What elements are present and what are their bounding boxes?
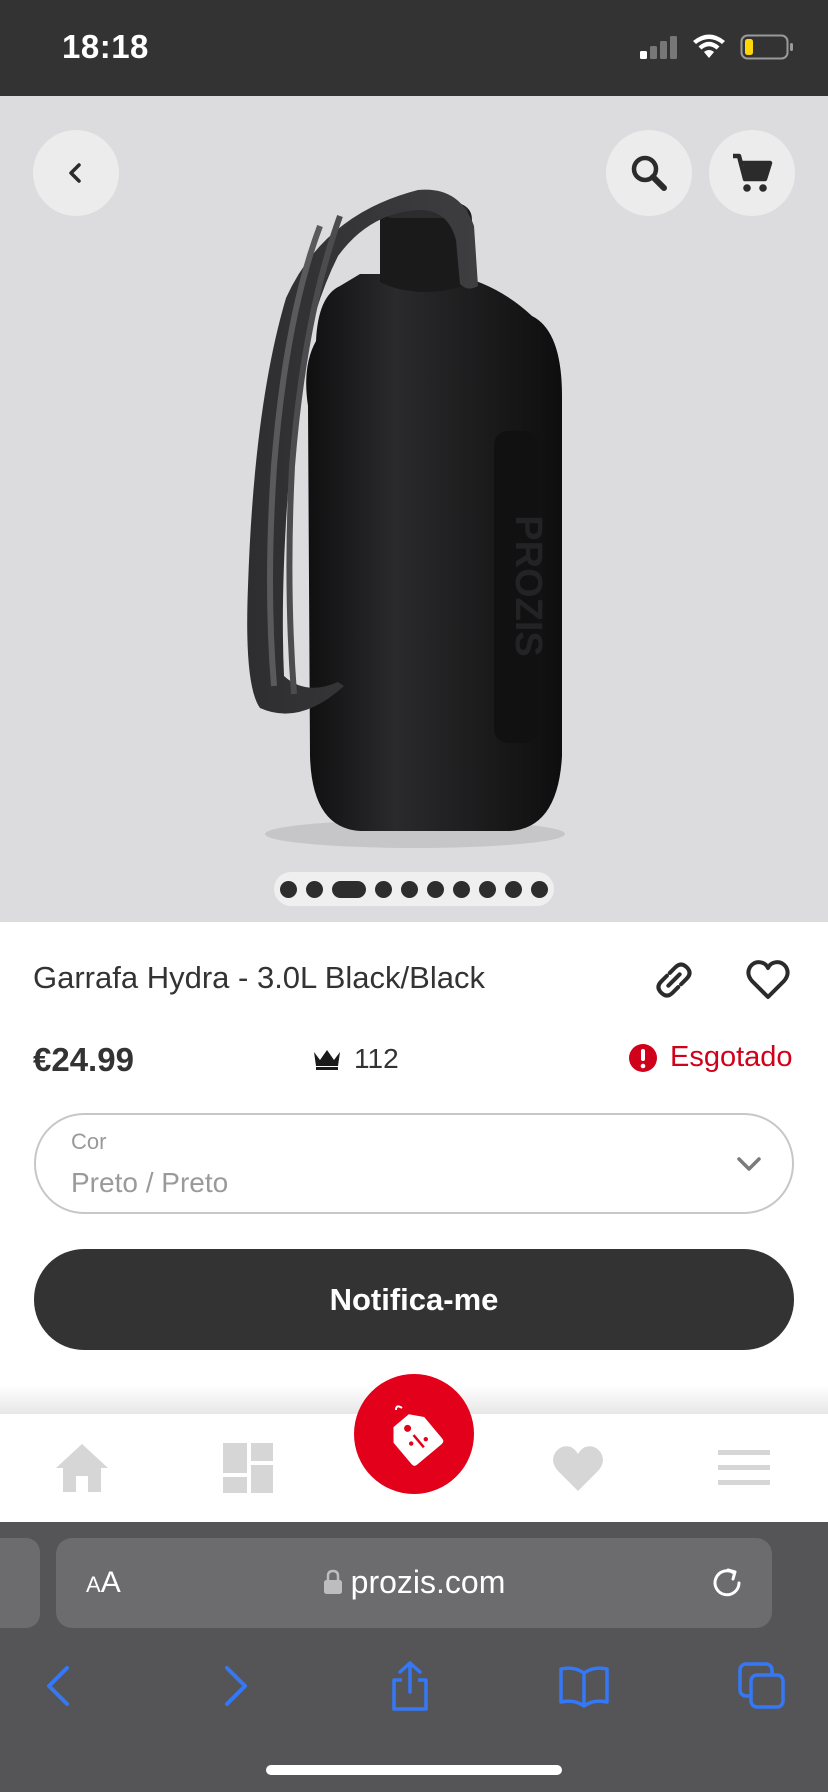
dashboard-icon [223, 1443, 273, 1493]
image-pagination-dots [274, 872, 554, 906]
search-button[interactable] [606, 130, 692, 216]
color-select-value: Preto / Preto [71, 1167, 229, 1198]
pagination-dot[interactable] [427, 880, 444, 898]
pagination-dot[interactable] [401, 880, 418, 898]
pagination-dot-active[interactable] [332, 880, 366, 898]
share-icon [392, 1661, 428, 1711]
product-image-bottle: PROZIS [247, 189, 565, 848]
tab-favorites[interactable] [548, 1438, 608, 1498]
bookmarks-button[interactable] [556, 1658, 612, 1714]
stock-status: Esgotado [628, 1041, 793, 1074]
product-price: €24.99 [33, 1041, 134, 1078]
status-time: 18:18 [62, 28, 149, 65]
chevron-right-icon [225, 1666, 247, 1706]
heart-icon [553, 1446, 603, 1491]
alert-icon [629, 1043, 657, 1072]
pagination-dot[interactable] [531, 880, 548, 898]
pagination-dot[interactable] [375, 880, 392, 898]
share-link-button[interactable] [650, 956, 698, 1004]
pagination-dot[interactable] [306, 880, 323, 898]
status-indicators [640, 34, 794, 60]
pagination-dot[interactable] [479, 880, 496, 898]
color-select-label: Cor [71, 1129, 107, 1154]
home-icon [56, 1444, 108, 1492]
loyalty-points: 112 [312, 1043, 399, 1075]
cart-button[interactable] [709, 130, 795, 216]
home-indicator [266, 1765, 562, 1775]
menu-icon [718, 1450, 770, 1485]
cellular-signal-icon [640, 36, 677, 59]
pagination-dot[interactable] [453, 880, 470, 898]
tab-menu[interactable] [714, 1438, 774, 1498]
address-bar[interactable]: AA prozis.com [56, 1538, 772, 1628]
domain-text: prozis.com [350, 1564, 506, 1600]
share-button[interactable] [382, 1658, 438, 1714]
price-tag-icon [393, 1405, 444, 1466]
loyalty-points-value: 112 [354, 1043, 399, 1074]
heart-outline-icon [746, 960, 790, 999]
favorite-button[interactable] [744, 956, 792, 1004]
tab-categories[interactable] [218, 1438, 278, 1498]
stock-status-label: Esgotado [670, 1041, 793, 1073]
notify-me-button[interactable]: Notifica-me [34, 1249, 794, 1350]
svg-text:PROZIS: PROZIS [507, 515, 549, 656]
product-image-gallery[interactable]: PROZIS [0, 96, 828, 922]
chevron-left-icon [69, 163, 81, 183]
pagination-dot[interactable] [280, 880, 297, 898]
previous-tab-preview[interactable] [0, 1538, 40, 1628]
crown-icon [314, 1050, 340, 1070]
browser-back-button[interactable] [30, 1658, 86, 1714]
search-icon [631, 155, 667, 191]
chevron-down-icon [737, 1157, 761, 1171]
browser-toolbar: AA prozis.com [0, 1522, 828, 1792]
link-icon [656, 962, 692, 998]
wifi-icon [693, 34, 725, 58]
tab-home[interactable] [52, 1438, 112, 1498]
address-bar-domain: prozis.com [56, 1564, 772, 1601]
reload-icon[interactable] [708, 1564, 746, 1602]
battery-icon [740, 34, 793, 60]
color-select[interactable]: Cor Preto / Preto [34, 1113, 794, 1214]
tabs-button[interactable] [734, 1658, 790, 1714]
chevron-left-icon [47, 1666, 69, 1706]
book-icon [559, 1666, 609, 1708]
tabs-icon [738, 1662, 785, 1709]
cart-icon [733, 153, 773, 192]
status-bar: 18:18 [0, 0, 828, 96]
lock-icon [323, 1569, 342, 1594]
product-title: Garrafa Hydra - 3.0L Black/Black [33, 960, 485, 995]
browser-forward-button[interactable] [208, 1658, 264, 1714]
pagination-dot[interactable] [505, 880, 522, 898]
deals-button[interactable] [354, 1374, 474, 1494]
back-button[interactable] [33, 130, 119, 216]
